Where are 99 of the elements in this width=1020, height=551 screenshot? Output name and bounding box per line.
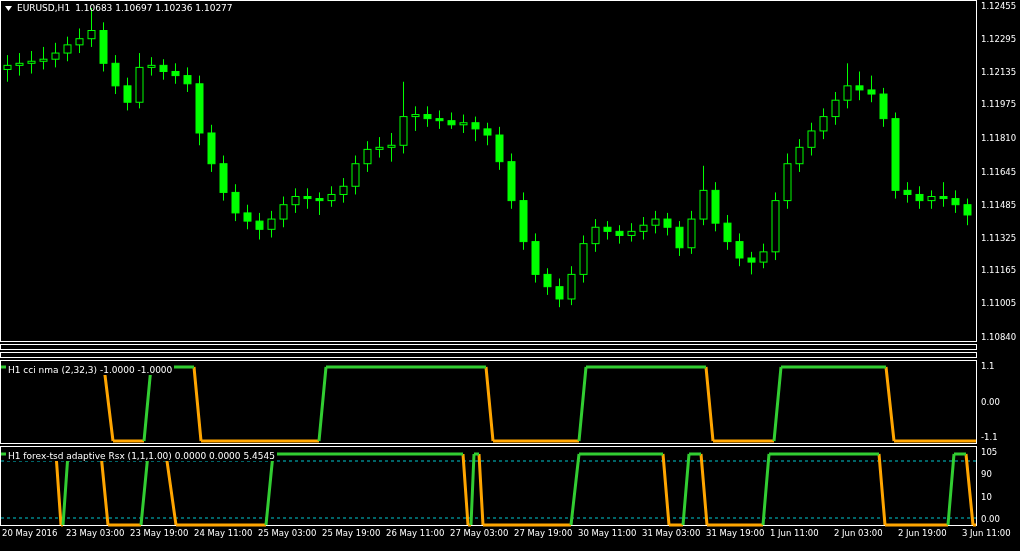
candlestick — [675, 220, 684, 257]
candlestick — [663, 212, 672, 236]
candlestick — [387, 132, 396, 163]
indicator-scale-label: 105 — [980, 447, 999, 458]
time-axis-label: 3 Jun 11:00 — [962, 528, 1012, 538]
candlestick — [339, 177, 348, 204]
candlestick — [651, 210, 660, 234]
candlestick — [171, 62, 180, 85]
indicator-label: H1 cci nma (2,32,3) -1.0000 -1.0000 — [6, 365, 175, 375]
price-axis-label: 1.11325 — [980, 232, 1017, 243]
price-axis-label: 1.12295 — [980, 33, 1017, 44]
time-axis-label: 23 May 19:00 — [130, 528, 190, 538]
time-axis-label: 25 May 19:00 — [322, 528, 382, 538]
candlestick — [327, 185, 336, 208]
candlestick — [615, 224, 624, 245]
candlestick — [27, 50, 36, 75]
candlestick — [855, 71, 864, 101]
indicator-scale-label: 1.1 — [980, 361, 996, 372]
dropdown-triangle-icon[interactable] — [5, 5, 12, 11]
indicator-scale-label: 0.00 — [980, 514, 1001, 525]
candlestick — [243, 204, 252, 230]
candlestick — [807, 122, 816, 157]
candlestick — [111, 54, 120, 95]
candlestick — [471, 116, 480, 142]
time-axis-label: 31 May 03:00 — [642, 528, 702, 538]
candlestick — [747, 251, 756, 275]
candlestick — [843, 62, 852, 109]
price-axis-label: 1.10840 — [980, 331, 1017, 342]
time-axis-label: 20 May 2016 — [2, 528, 59, 538]
candlestick — [123, 77, 132, 111]
candlestick — [903, 181, 912, 204]
candlestick — [303, 187, 312, 210]
candlestick — [279, 196, 288, 228]
time-axis-label: 30 May 11:00 — [578, 528, 638, 538]
time-axis-label: 1 Jun 11:00 — [770, 528, 820, 538]
indicator-scale-label: 0.00 — [980, 396, 1001, 408]
candlestick — [867, 75, 876, 103]
candlestick — [963, 198, 972, 226]
candlestick — [291, 187, 300, 214]
candlestick — [831, 91, 840, 126]
candlestick — [3, 54, 12, 83]
time-axis-label: 23 May 03:00 — [66, 528, 126, 538]
time-axis-label: 26 May 11:00 — [386, 528, 446, 538]
candlestick — [639, 216, 648, 241]
indicator-scale-label: 10 — [980, 491, 993, 503]
indicator-label: H1 forex-tsd adaptive Rsx (1,1,1.00) 0.0000 0.0000 5.4545 — [6, 451, 277, 461]
candlestick — [543, 267, 552, 296]
price-axis-label: 1.11975 — [980, 99, 1017, 110]
candlestick — [63, 36, 72, 62]
price-axis-label: 1.12455 — [980, 0, 1017, 11]
time-axis-label: 25 May 03:00 — [258, 528, 318, 538]
candlestick — [183, 66, 192, 93]
candlestick — [375, 136, 384, 159]
time-axis-label: 2 Jun 03:00 — [834, 528, 884, 538]
price-axis-label: 1.11810 — [980, 133, 1017, 144]
time-axis-label: 27 May 19:00 — [514, 528, 574, 538]
candlestick — [939, 181, 948, 208]
price-axis-label: 1.12135 — [980, 66, 1017, 77]
candlestick — [315, 191, 324, 216]
candlestick — [627, 222, 636, 243]
candlestick — [231, 183, 240, 222]
candlestick — [819, 107, 828, 140]
price-axis-label: 1.11485 — [980, 199, 1017, 210]
candlestick — [795, 138, 804, 173]
time-axis-label: 24 May 11:00 — [194, 528, 254, 538]
candlestick — [723, 214, 732, 251]
candlestick — [927, 189, 936, 210]
candlestick — [267, 210, 276, 238]
ohlc-values: 1.10683 1.10697 1.10236 1.10277 — [75, 3, 233, 13]
candlestick — [459, 114, 468, 134]
symbol-timeframe: EURUSD,H1 — [17, 3, 71, 13]
candlestick — [39, 46, 48, 70]
candlestick — [147, 56, 156, 77]
candlestick — [255, 212, 264, 241]
time-axis-label: 27 May 03:00 — [450, 528, 510, 538]
candlestick — [483, 122, 492, 146]
price-axis-label: 1.11005 — [980, 298, 1017, 309]
candlestick — [555, 277, 564, 308]
indicator-scale-label: 90 — [980, 469, 993, 481]
candlestick — [423, 105, 432, 128]
time-axis-label: 2 Jun 19:00 — [898, 528, 948, 538]
indicator-scale-label: -1.1 — [980, 432, 999, 443]
candlestick — [435, 109, 444, 130]
price-axis-label: 1.11645 — [980, 166, 1017, 177]
candlestick — [915, 185, 924, 210]
candlestick — [15, 52, 24, 77]
candlestick — [951, 189, 960, 214]
time-axis-label: 31 May 19:00 — [706, 528, 766, 538]
candlestick — [759, 243, 768, 269]
candlestick — [735, 232, 744, 267]
candlestick — [411, 105, 420, 132]
candlestick — [159, 58, 168, 81]
candlestick — [75, 27, 84, 54]
candlestick — [51, 42, 60, 68]
price-axis-label: 1.11165 — [980, 265, 1017, 276]
candlestick — [351, 155, 360, 195]
candlestick — [591, 218, 600, 253]
candlestick — [363, 140, 372, 173]
candlestick — [603, 220, 612, 241]
